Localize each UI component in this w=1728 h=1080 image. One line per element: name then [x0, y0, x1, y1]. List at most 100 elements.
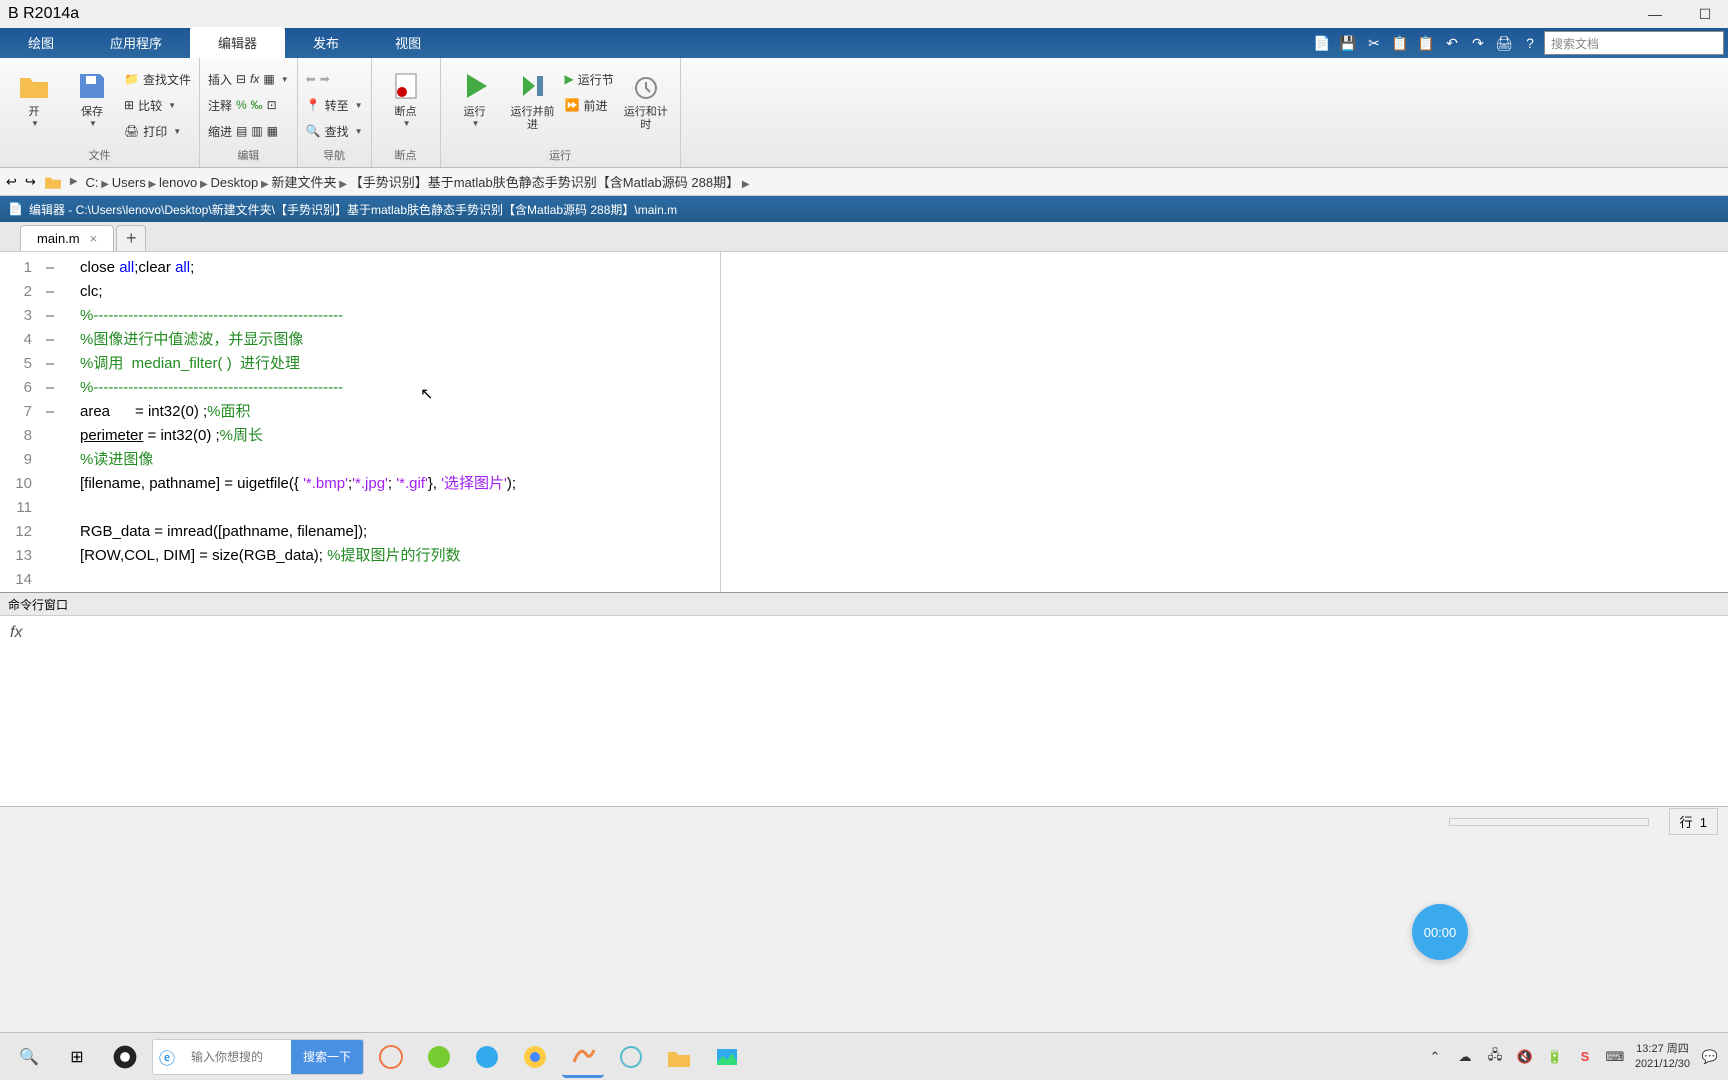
- ribbon-print-icon[interactable]: 🖨: [1492, 31, 1516, 55]
- editor-path: C:\Users\lenovo\Desktop\新建文件夹\【手势识别】基于ma…: [76, 203, 677, 217]
- ribbon-paste-icon[interactable]: 📋: [1414, 31, 1438, 55]
- volume-icon[interactable]: 🔇: [1515, 1047, 1535, 1067]
- ribbon-tab-1[interactable]: 应用程序: [82, 27, 190, 58]
- chrome-icon[interactable]: [514, 1036, 556, 1078]
- path-fwd-icon[interactable]: ↪: [25, 174, 36, 190]
- ribbon-new-icon[interactable]: 📄: [1310, 31, 1334, 55]
- chevron-down-icon: ▼: [281, 75, 289, 84]
- insert-button[interactable]: 插入 ⊟ fx ▦ ▼: [208, 66, 289, 92]
- print-button[interactable]: 🖨 打印 ▼: [124, 118, 191, 144]
- tray-up-icon[interactable]: ⌃: [1425, 1047, 1445, 1067]
- task-view-icon[interactable]: ⊞: [56, 1036, 98, 1078]
- folder-icon[interactable]: [44, 173, 62, 191]
- chevron-down-icon: ▼: [89, 119, 97, 128]
- keyboard-icon[interactable]: ⌨: [1605, 1047, 1625, 1067]
- ribbon-copy-icon[interactable]: 📋: [1388, 31, 1412, 55]
- add-tab-button[interactable]: +: [116, 225, 146, 251]
- chevron-down-icon: ▼: [403, 119, 411, 128]
- nav-back-button[interactable]: ⬅ ➡: [306, 66, 363, 92]
- path-bar: ↩ ↪ ▶ C: ▶ Users ▶ lenovo ▶ Desktop ▶ 新建…: [0, 168, 1728, 196]
- ribbon-save-icon[interactable]: 💾: [1336, 31, 1360, 55]
- chevron-right-icon: ▶: [197, 179, 210, 190]
- search-icon[interactable]: 🔍: [8, 1036, 50, 1078]
- battery-icon[interactable]: 🔋: [1545, 1047, 1565, 1067]
- path-crumb[interactable]: 【手势识别】基于matlab肤色静态手势识别【含Matlab源码 288期】: [350, 175, 739, 190]
- path-crumb[interactable]: lenovo: [159, 175, 197, 190]
- comment-button[interactable]: 注释 % ‰ ⊡: [208, 92, 289, 118]
- run-section-button[interactable]: ▶ 运行节: [565, 66, 614, 92]
- compare-button[interactable]: ⊞ 比较 ▼: [124, 92, 191, 118]
- app-icon-1[interactable]: [370, 1036, 412, 1078]
- app-title: B R2014a: [8, 5, 79, 23]
- path-crumb[interactable]: Desktop: [211, 175, 259, 190]
- save-disk-icon: [76, 70, 108, 102]
- search-icon: 🔍: [306, 124, 321, 138]
- search-docs-input[interactable]: 搜索文档: [1544, 31, 1724, 55]
- ribbon-tab-3[interactable]: 发布: [285, 27, 367, 58]
- run-advance-button[interactable]: 运行并前进: [507, 66, 559, 136]
- advance-button[interactable]: ⏩ 前进: [565, 92, 614, 118]
- ie-icon: ⓔ: [153, 1045, 181, 1069]
- network-icon[interactable]: 🖧: [1485, 1047, 1505, 1067]
- photos-icon[interactable]: [706, 1036, 748, 1078]
- app-icon-2[interactable]: [610, 1036, 652, 1078]
- cloud-icon[interactable]: ☁: [1455, 1047, 1475, 1067]
- goto-button[interactable]: 📍 转至 ▼: [306, 92, 363, 118]
- goto-icon: 📍: [306, 98, 321, 112]
- comment-icon: %: [236, 98, 247, 112]
- ribbon-cut-icon[interactable]: ✂: [1362, 31, 1386, 55]
- ribbon-undo-icon[interactable]: ↶: [1440, 31, 1464, 55]
- taskbar-clock[interactable]: 13:27 周四 2021/12/30: [1635, 1042, 1690, 1071]
- ribbon-group-run: 运行 ▼ 运行并前进 ▶ 运行节 ⏩ 前进 运行和计时: [441, 58, 681, 167]
- ribbon-tab-0[interactable]: 绘图: [0, 27, 82, 58]
- insert-section-icon: ⊟: [236, 72, 246, 86]
- notifications-icon[interactable]: 💬: [1700, 1047, 1720, 1067]
- chevron-down-icon: ▼: [355, 127, 363, 136]
- find-files-icon: 📁: [124, 72, 139, 86]
- maximize-button[interactable]: ☐: [1690, 4, 1720, 24]
- indent-button[interactable]: 缩进 ▤ ▥ ▦: [208, 118, 289, 144]
- taskbar-search[interactable]: ⓔ 搜索一下: [152, 1039, 364, 1075]
- path-crumb[interactable]: C:: [86, 175, 99, 190]
- path-back-icon[interactable]: ↩: [6, 174, 17, 190]
- find-files-button[interactable]: 📁 查找文件: [124, 66, 191, 92]
- ribbon-tab-4[interactable]: 视图: [367, 27, 449, 58]
- close-tab-icon[interactable]: ×: [90, 231, 98, 246]
- code-content[interactable]: close all;clear all;clc;%---------------…: [60, 252, 1728, 592]
- file-explorer-icon[interactable]: [658, 1036, 700, 1078]
- file-tab-main[interactable]: main.m ×: [20, 225, 114, 251]
- run-time-button[interactable]: 运行和计时: [620, 66, 672, 136]
- run-button[interactable]: 运行 ▼: [449, 66, 501, 132]
- edge-icon[interactable]: [466, 1036, 508, 1078]
- edge-legacy-icon[interactable]: [418, 1036, 460, 1078]
- save-button[interactable]: 保存 ▼: [66, 66, 118, 132]
- ribbon-tab-2[interactable]: 编辑器: [190, 27, 285, 58]
- play-section-icon: ▶: [565, 72, 574, 86]
- ribbon-tabs: 绘图应用程序编辑器发布视图 📄 💾 ✂ 📋 📋 ↶ ↷ 🖨 ? 搜索文档: [0, 28, 1728, 58]
- obs-icon[interactable]: [104, 1036, 146, 1078]
- recording-timer-badge[interactable]: 00:00: [1412, 904, 1468, 960]
- path-crumb[interactable]: Users: [112, 175, 146, 190]
- find-button[interactable]: 🔍 查找 ▼: [306, 118, 363, 144]
- group-label: 运行: [449, 147, 672, 163]
- open-button[interactable]: 开 ▼: [8, 66, 60, 132]
- command-window[interactable]: fx: [0, 616, 1728, 806]
- editor-doc-icon: 📄: [8, 202, 23, 216]
- ribbon-redo-icon[interactable]: ↷: [1466, 31, 1490, 55]
- chevron-down-icon: ▼: [472, 119, 480, 128]
- ribbon-help-icon[interactable]: ?: [1518, 31, 1542, 55]
- play-icon: [459, 70, 491, 102]
- status-left-box: [1449, 818, 1649, 826]
- path-crumb[interactable]: 新建文件夹: [271, 175, 336, 190]
- ime-icon[interactable]: S: [1575, 1047, 1595, 1067]
- taskbar-search-input[interactable]: [181, 1040, 291, 1074]
- print-icon: 🖨: [124, 124, 139, 138]
- code-editor[interactable]: 1234567891011121314 ––––––– close all;cl…: [0, 252, 1728, 592]
- taskbar-search-button[interactable]: 搜索一下: [291, 1040, 363, 1074]
- chevron-right-icon: ▶: [739, 179, 749, 190]
- matlab-icon[interactable]: [562, 1036, 604, 1078]
- chevron-down-icon: ▼: [173, 127, 181, 136]
- minimize-button[interactable]: —: [1640, 4, 1670, 24]
- advance-icon: ⏩: [565, 98, 580, 112]
- breakpoint-button[interactable]: 断点 ▼: [380, 66, 432, 132]
